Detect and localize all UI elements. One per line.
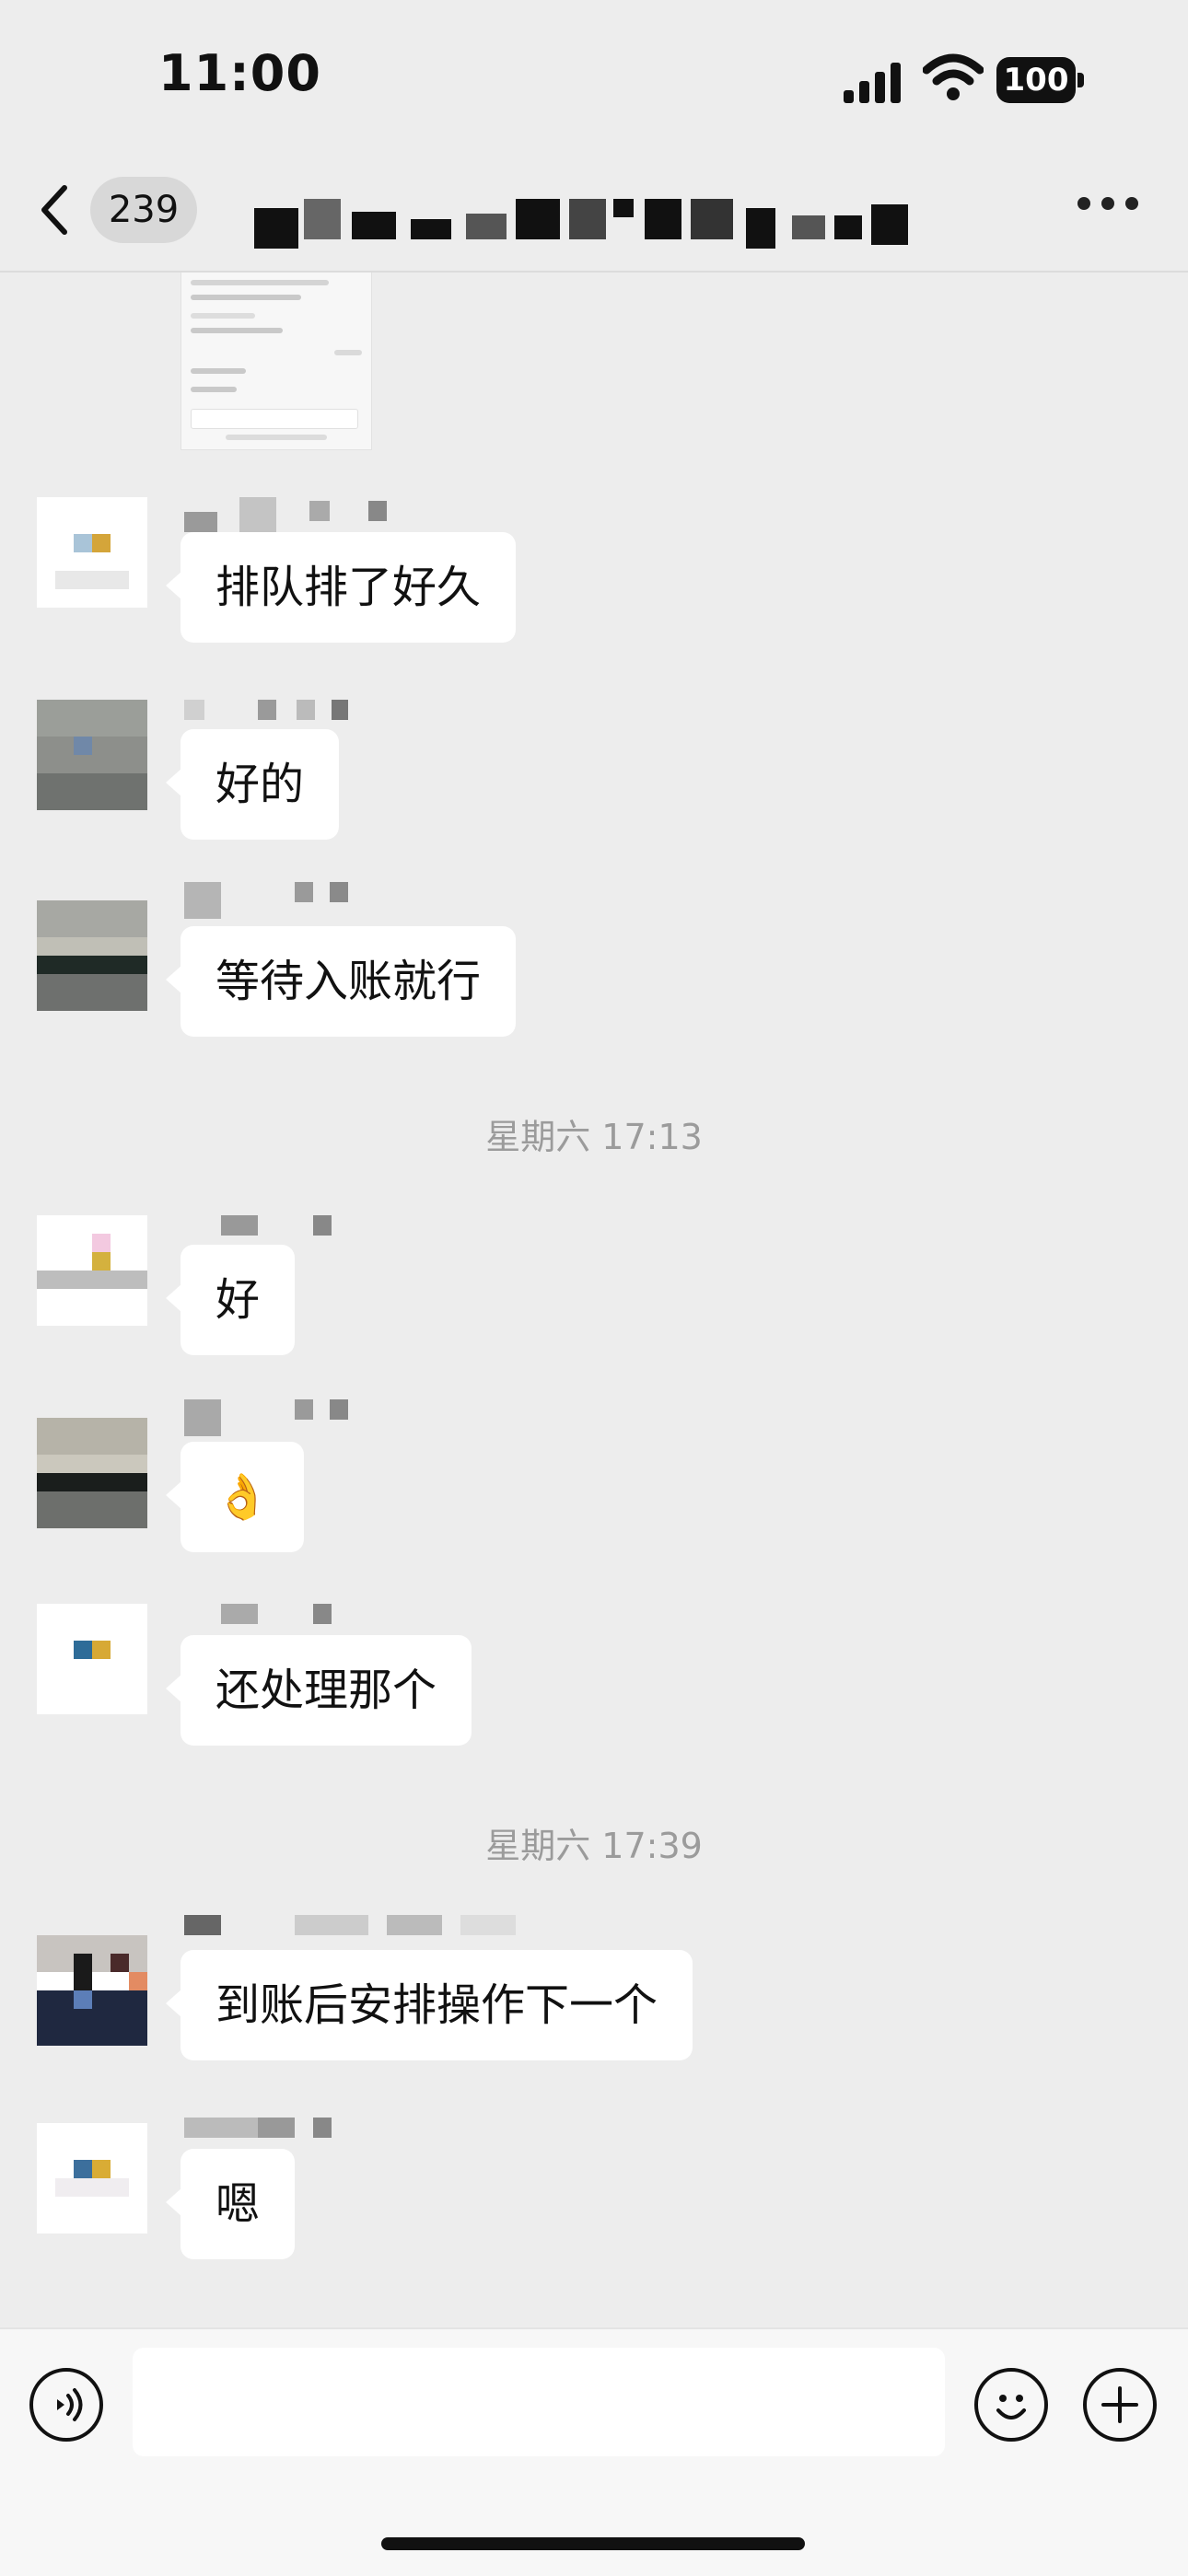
plus-icon[interactable] — [1083, 2368, 1157, 2442]
more-icon[interactable] — [1077, 197, 1142, 215]
avatar[interactable] — [37, 900, 147, 1011]
avatar[interactable] — [37, 1418, 147, 1528]
message-bubble[interactable]: 嗯 — [165, 2149, 296, 2259]
smile-icon[interactable] — [974, 2368, 1048, 2442]
avatar[interactable] — [37, 700, 147, 810]
timestamp: 星期六 17:39 — [485, 1826, 703, 1866]
message-bubble[interactable]: 到账后安排操作下一个 — [165, 1950, 693, 2060]
avatar[interactable] — [37, 497, 147, 608]
message-input[interactable] — [133, 2348, 945, 2456]
wifi-icon — [923, 53, 984, 100]
unread-count-badge[interactable]: 239 — [90, 177, 197, 243]
battery-level: 100 — [996, 57, 1076, 103]
emoji-message-bubble[interactable]: 👌 — [166, 1442, 304, 1552]
timestamp: 星期六 17:13 — [485, 1117, 703, 1157]
message-bubble[interactable]: 还处理那个 — [165, 1635, 472, 1746]
avatar[interactable] — [37, 1604, 147, 1714]
shared-screenshot-thumbnail[interactable] — [181, 273, 372, 450]
avatar[interactable] — [37, 1935, 147, 2046]
battery-indicator: 100 — [996, 57, 1085, 103]
message-bubble[interactable]: 好 — [165, 1245, 296, 1355]
chat-title-pixelated — [249, 199, 930, 249]
ok-hand-emoji: 👌 — [215, 1471, 270, 1523]
message-bubble[interactable]: 等待入账就行 — [165, 926, 517, 1037]
avatar[interactable] — [37, 1215, 147, 1326]
chevron-left-icon[interactable] — [37, 182, 74, 238]
voice-icon[interactable] — [29, 2368, 103, 2442]
message-bubble[interactable]: 排队排了好久 — [165, 532, 517, 643]
status-time: 11:00 — [158, 44, 321, 102]
battery-cap — [1077, 73, 1084, 87]
message-bubble[interactable]: 好的 — [165, 729, 340, 840]
cellular-signal-icon — [844, 63, 903, 103]
home-indicator — [381, 2537, 805, 2550]
avatar[interactable] — [37, 2123, 147, 2234]
